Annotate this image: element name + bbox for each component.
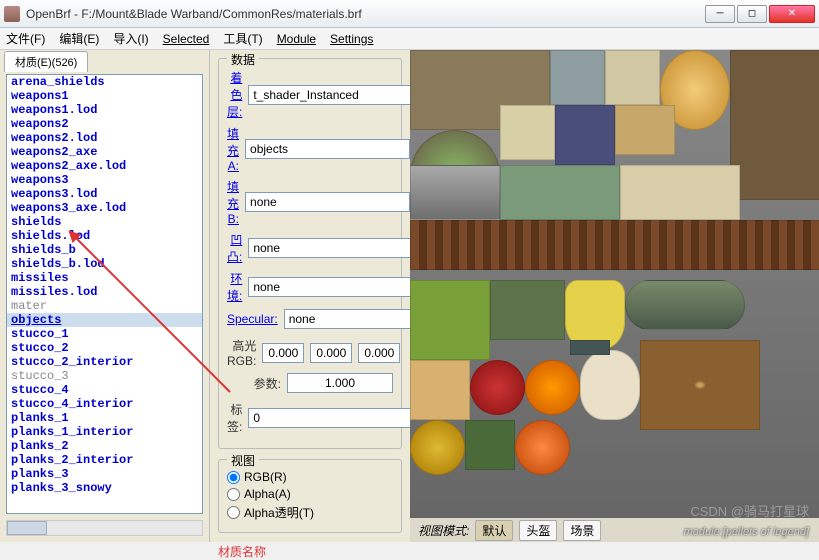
list-item[interactable]: weapons2.lod (7, 131, 202, 145)
tab-materials[interactable]: 材质(E)(526) (4, 51, 88, 72)
env-input[interactable] (248, 277, 413, 297)
maximize-button[interactable]: ◻ (737, 5, 767, 23)
list-item[interactable]: shields.lod (7, 229, 202, 243)
radio-alpha[interactable]: Alpha(A) (227, 487, 393, 501)
list-item[interactable]: arena_shields (7, 75, 202, 89)
coeff-input[interactable] (287, 373, 393, 393)
diffB-label[interactable]: 填充B: (227, 178, 239, 226)
menu-settings[interactable]: Settings (330, 32, 373, 46)
annotation-text: 材质名称 (218, 543, 402, 560)
viewmode-scene[interactable]: 场景 (563, 520, 601, 541)
diffA-input[interactable] (245, 139, 410, 159)
material-list[interactable]: arena_shieldsweapons1weapons1.lodweapons… (6, 74, 203, 514)
list-item[interactable]: shields_b.lod (7, 257, 202, 271)
menu-selected[interactable]: Selected (163, 32, 210, 46)
list-item[interactable]: stucco_2_interior (7, 355, 202, 369)
list-item[interactable]: stucco_3 (7, 369, 202, 383)
tag-input[interactable] (248, 408, 413, 428)
radio-alphat[interactable]: Alpha透明(T) (227, 504, 393, 521)
view-group: 视图 RGB(R) Alpha(A) Alpha透明(T) (218, 459, 402, 533)
list-item[interactable]: stucco_4 (7, 383, 202, 397)
list-item[interactable]: shields_b (7, 243, 202, 257)
texture-preview[interactable] (410, 50, 819, 518)
menubar: 文件(F) 编辑(E) 导入(I) Selected 工具(T) Module … (0, 28, 819, 50)
menu-file[interactable]: 文件(F) (6, 30, 45, 47)
list-item[interactable]: objects (7, 313, 202, 327)
list-item[interactable]: planks_2 (7, 439, 202, 453)
menu-edit[interactable]: 编辑(E) (59, 30, 99, 47)
menu-tools[interactable]: 工具(T) (223, 30, 262, 47)
env-label[interactable]: 环境: (227, 270, 242, 304)
diffA-label[interactable]: 填充A: (227, 125, 239, 173)
list-item[interactable]: weapons1 (7, 89, 202, 103)
list-item[interactable]: weapons3_axe.lod (7, 201, 202, 215)
list-item[interactable]: missiles.lod (7, 285, 202, 299)
list-item[interactable]: weapons3.lod (7, 187, 202, 201)
viewmode-label: 视图模式: (418, 522, 469, 539)
list-item[interactable]: planks_1_interior (7, 425, 202, 439)
viewmode-default[interactable]: 默认 (475, 520, 513, 541)
list-item[interactable]: stucco_4_interior (7, 397, 202, 411)
spec-g-input[interactable] (310, 343, 352, 363)
app-icon (4, 6, 20, 22)
spec-r-input[interactable] (262, 343, 304, 363)
bump-input[interactable] (248, 238, 413, 258)
close-button[interactable]: ✕ (769, 5, 815, 23)
list-item[interactable]: planks_3_snowy (7, 481, 202, 495)
list-item[interactable]: planks_2_interior (7, 453, 202, 467)
list-item[interactable]: planks_3 (7, 467, 202, 481)
shader-input[interactable] (248, 85, 413, 105)
tag-label: 标签: (227, 401, 242, 435)
specrgb-label: 高光RGB: (227, 337, 256, 368)
status-text: module:[pellets of legend] (684, 526, 809, 538)
list-item[interactable]: stucco_1 (7, 327, 202, 341)
bump-label[interactable]: 凹凸: (227, 231, 242, 265)
spec-label[interactable]: Specular: (227, 312, 278, 326)
list-item[interactable]: weapons1.lod (7, 103, 202, 117)
list-item[interactable]: weapons3 (7, 173, 202, 187)
list-item[interactable]: weapons2_axe.lod (7, 159, 202, 173)
diffB-input[interactable] (245, 192, 410, 212)
coeff-label: 参数: (227, 375, 281, 392)
window-titlebar: OpenBrf - F:/Mount&Blade Warband/CommonR… (0, 0, 819, 28)
data-group: 数据 着色层: 填充A: 填充B: 凹凸: 环境: Spec (218, 58, 402, 449)
shader-label[interactable]: 着色层: (227, 69, 242, 120)
viewmode-helmet[interactable]: 头盔 (519, 520, 557, 541)
minimize-button[interactable]: ─ (705, 5, 735, 23)
list-item[interactable]: stucco_2 (7, 341, 202, 355)
window-title: OpenBrf - F:/Mount&Blade Warband/CommonR… (26, 7, 705, 21)
list-item[interactable]: weapons2 (7, 117, 202, 131)
horizontal-scrollbar[interactable] (6, 520, 203, 536)
list-item[interactable]: missiles (7, 271, 202, 285)
view-legend: 视图 (227, 452, 259, 469)
radio-rgb[interactable]: RGB(R) (227, 470, 393, 484)
list-item[interactable]: planks_1 (7, 411, 202, 425)
menu-module[interactable]: Module (277, 32, 316, 46)
list-item[interactable]: shields (7, 215, 202, 229)
spec-b-input[interactable] (358, 343, 400, 363)
list-item[interactable]: mater (7, 299, 202, 313)
menu-import[interactable]: 导入(I) (113, 30, 148, 47)
list-item[interactable]: weapons2_axe (7, 145, 202, 159)
data-legend: 数据 (227, 51, 259, 68)
